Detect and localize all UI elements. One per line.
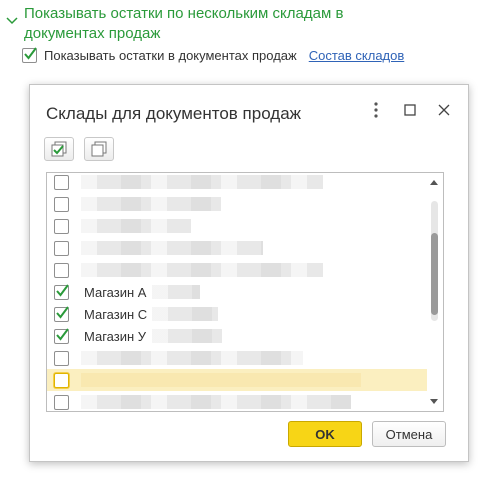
check-all-button[interactable] [44,137,74,161]
redacted-label [81,219,191,233]
check-all-icon [51,141,67,157]
redacted-label [152,285,200,299]
warehouses-list[interactable]: Магазин А Магазин С Магазин У [46,172,444,412]
row-checkbox[interactable] [54,283,69,300]
list-item[interactable] [47,173,427,193]
chevron-down-icon[interactable] [4,13,20,29]
row-checkbox[interactable] [54,262,69,278]
list-item[interactable] [47,215,427,237]
row-label: Магазин С [84,306,148,322]
row-checkbox[interactable] [54,174,69,190]
checkmark-icon [24,46,37,60]
ok-button[interactable]: OK [288,421,362,447]
redacted-label [152,329,222,343]
row-checkbox[interactable] [54,196,69,212]
section-title: Показывать остатки по нескольким складам… [24,5,344,42]
redacted-label [81,395,351,409]
option-row: Показывать остатки в документах продаж С… [22,45,404,65]
redacted-label [81,351,303,365]
more-icon[interactable] [362,97,390,123]
row-checkbox[interactable] [54,394,69,410]
scroll-down-icon[interactable] [428,396,440,408]
redacted-label [81,197,221,211]
list-item[interactable] [47,259,427,281]
list-item[interactable]: Магазин А [47,281,427,303]
warehouses-dialog: Склады для документов продаж Магазин А М… [29,84,469,462]
list-item[interactable]: Магазин С [47,303,427,325]
list-item-selected[interactable] [47,369,427,391]
redacted-label [81,373,361,387]
list-item[interactable] [47,237,427,259]
redacted-label [81,263,323,277]
scroll-up-icon[interactable] [428,176,440,188]
redacted-label [152,307,218,321]
row-checkbox[interactable] [54,240,69,256]
dialog-title: Склады для документов продаж [46,104,302,123]
list-item[interactable] [47,347,427,369]
show-stock-label: Показывать остатки в документах продаж [44,47,297,63]
checkmark-icon [56,283,69,297]
close-icon[interactable] [430,97,458,123]
redacted-label [81,241,263,255]
row-checkbox[interactable] [54,327,69,344]
cancel-button[interactable]: Отмена [372,421,446,447]
maximize-icon[interactable] [396,97,424,123]
list-item[interactable] [47,193,427,215]
list-item[interactable] [47,391,427,411]
row-checkbox[interactable] [54,372,69,388]
scrollbar-thumb[interactable] [431,233,438,315]
row-label: Магазин А [84,284,147,300]
section-header[interactable]: Показывать остатки по нескольким складам… [4,4,424,44]
list-item[interactable]: Магазин У [47,325,427,347]
row-label: Магазин У [84,328,147,344]
uncheck-all-button[interactable] [84,137,114,161]
row-checkbox[interactable] [54,350,69,366]
redacted-label [81,175,323,189]
checkmark-icon [56,327,69,341]
checkmark-icon [56,305,69,319]
show-stock-checkbox[interactable] [22,46,37,63]
uncheck-all-icon [91,141,107,157]
warehouses-link[interactable]: Состав складов [309,48,405,63]
row-checkbox[interactable] [54,305,69,322]
row-checkbox[interactable] [54,218,69,234]
